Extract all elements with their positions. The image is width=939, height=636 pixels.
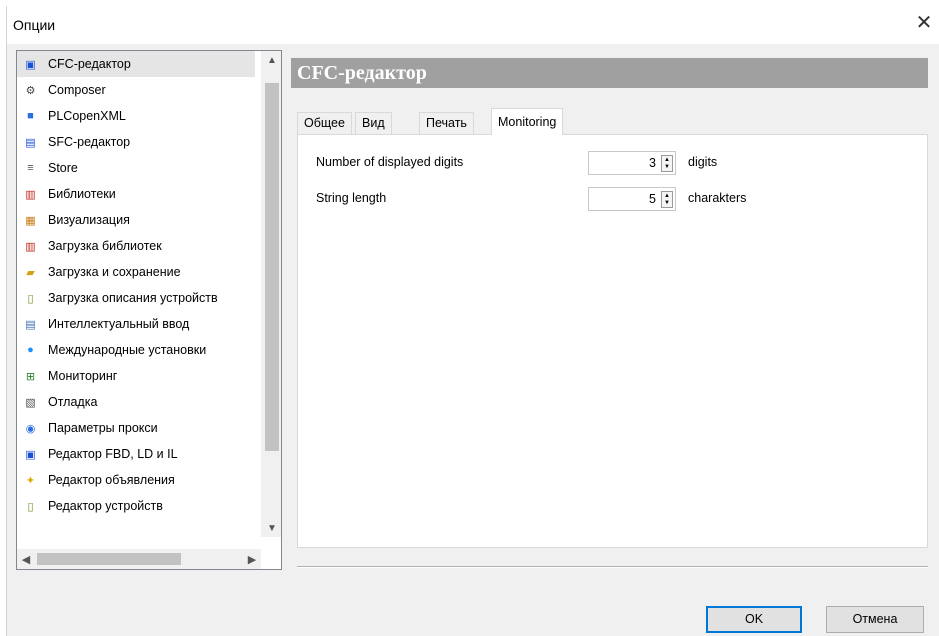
sidebar-item-label: Библиотеки (48, 187, 116, 201)
horizontal-scrollbar[interactable]: ◀ ▶ (17, 549, 261, 569)
sidebar-item[interactable]: ▰ Загрузка и сохранение (17, 259, 255, 285)
sidebar-item-label: CFC-редактор (48, 57, 131, 71)
sidebar-item[interactable]: ● Международные установки (17, 337, 255, 363)
divider (297, 566, 928, 568)
plcopenxml-icon: ■ (27, 110, 34, 122)
store-icon: ≡ (27, 162, 34, 174)
title-bar: Опции ✕ (7, 6, 939, 44)
sidebar-item-label: Загрузка описания устройств (48, 291, 218, 305)
close-icon[interactable]: ✕ (908, 6, 939, 38)
composer-icon: ⚙ (25, 84, 36, 97)
globe-icon: ● (27, 344, 34, 356)
vertical-scrollbar[interactable]: ▲ ▼ (261, 51, 281, 537)
sidebar-item-label: SFC-редактор (48, 135, 131, 149)
string-length-label: String length (316, 191, 387, 205)
cfc-editor-icon: ▣ (25, 58, 36, 71)
scroll-left-icon[interactable]: ◀ (17, 549, 35, 569)
cancel-button[interactable]: Отмена (826, 606, 924, 633)
string-length-value[interactable]: 5 (649, 192, 656, 206)
sidebar-item[interactable]: ✦ Редактор объявления (17, 467, 255, 493)
vertical-scroll-thumb[interactable] (265, 83, 279, 451)
sidebar-item[interactable]: ■ PLCopenXML (17, 103, 255, 129)
horizontal-scroll-thumb[interactable] (37, 553, 181, 565)
monitoring-tab-panel: Number of displayed digits 3 ▲ ▼ digits … (297, 134, 928, 548)
string-length-spin-buttons[interactable]: ▲ ▼ (661, 191, 673, 208)
string-length-unit: charakters (688, 191, 747, 205)
string-length-stepper[interactable]: 5 ▲ ▼ (588, 187, 676, 211)
load-save-folder-icon: ▰ (26, 266, 35, 279)
smart-input-icon: ▤ (25, 318, 36, 331)
window-title: Опции (13, 17, 56, 33)
sidebar-item[interactable]: ▥ Загрузка библиотек (17, 233, 255, 259)
category-list-items: ▣ CFC-редактор ⚙ Composer ■ PLCopenXML ▤ SFC-ре… (17, 51, 255, 519)
sidebar-item-label: Store (48, 161, 78, 175)
tab-print[interactable]: Печать (419, 112, 474, 134)
section-title: CFC-редактор (291, 58, 928, 88)
string-length-row: String length 5 ▲ ▼ charakters (316, 187, 916, 211)
sidebar-item[interactable]: ▯ Загрузка описания устройств (17, 285, 255, 311)
library-load-icon: ▥ (25, 240, 36, 253)
spin-down-icon[interactable]: ▼ (662, 163, 672, 171)
scroll-right-icon[interactable]: ▶ (243, 549, 261, 569)
monitoring-icon: ⊞ (25, 370, 36, 383)
sidebar-item-label: Редактор устройств (48, 499, 163, 513)
tab-view[interactable]: Вид (355, 112, 392, 134)
displayed-digits-row: Number of displayed digits 3 ▲ ▼ digits (316, 151, 916, 175)
sidebar-item-label: Визуализация (48, 213, 130, 227)
sidebar-item-label: Редактор FBD, LD и IL (48, 447, 178, 461)
tab-general[interactable]: Общее (297, 112, 352, 134)
libraries-icon: ▥ (25, 188, 36, 201)
sidebar-item[interactable]: ▯ Редактор устройств (17, 493, 255, 519)
visualization-icon: ▦ (25, 214, 36, 227)
sidebar-item[interactable]: ▣ CFC-редактор (17, 51, 255, 77)
sidebar-item[interactable]: ◉ Параметры прокси (17, 415, 255, 441)
sidebar-item[interactable]: ⚙ Composer (17, 77, 255, 103)
sidebar-item-label: Международные установки (48, 343, 207, 357)
sidebar-item[interactable]: ▦ Визуализация (17, 207, 255, 233)
displayed-digits-spin-buttons[interactable]: ▲ ▼ (661, 155, 673, 172)
ok-button[interactable]: OK (706, 606, 802, 633)
sidebar-item-label: Мониторинг (48, 369, 118, 383)
displayed-digits-label: Number of displayed digits (316, 155, 464, 169)
device-description-icon: ▯ (27, 292, 34, 305)
sidebar-item[interactable]: ⊞ Мониторинг (17, 363, 255, 389)
sidebar-item-label: Редактор объявления (48, 473, 175, 487)
sidebar-item[interactable]: ▣ Редактор FBD, LD и IL (17, 441, 255, 467)
sidebar-item-label: Загрузка и сохранение (48, 265, 181, 279)
fbd-editor-icon: ▣ (25, 448, 36, 461)
displayed-digits-stepper[interactable]: 3 ▲ ▼ (588, 151, 676, 175)
sidebar-item-label: Загрузка библиотек (48, 239, 162, 253)
sidebar-item-label: PLCopenXML (48, 109, 126, 123)
sidebar-item-label: Отладка (48, 395, 98, 409)
debug-icon: ▧ (25, 396, 36, 409)
category-list[interactable]: ▣ CFC-редактор ⚙ Composer ■ PLCopenXML ▤ SFC-ре… (16, 50, 282, 570)
spin-down-icon[interactable]: ▼ (662, 199, 672, 207)
sidebar-item[interactable]: ▥ Библиотеки (17, 181, 255, 207)
device-editor-icon: ▯ (27, 500, 34, 513)
sidebar-item-label: Параметры прокси (48, 421, 158, 435)
proxy-icon: ◉ (25, 422, 36, 435)
displayed-digits-value[interactable]: 3 (649, 156, 656, 170)
sidebar-item[interactable]: ▤ SFC-редактор (17, 129, 255, 155)
tab-monitoring[interactable]: Monitoring (491, 108, 564, 135)
scroll-down-icon[interactable]: ▼ (262, 519, 281, 537)
sidebar-item[interactable]: ▤ Интеллектуальный ввод (17, 311, 255, 337)
sidebar-item[interactable]: ▧ Отладка (17, 389, 255, 415)
sfc-editor-icon: ▤ (25, 136, 36, 149)
sidebar-item[interactable]: ≡ Store (17, 155, 255, 181)
sidebar-item-label: Интеллектуальный ввод (48, 317, 190, 331)
declaration-editor-icon: ✦ (25, 474, 36, 487)
displayed-digits-unit: digits (688, 155, 718, 169)
sidebar-item-label: Composer (48, 83, 106, 97)
scroll-up-icon[interactable]: ▲ (262, 51, 281, 69)
